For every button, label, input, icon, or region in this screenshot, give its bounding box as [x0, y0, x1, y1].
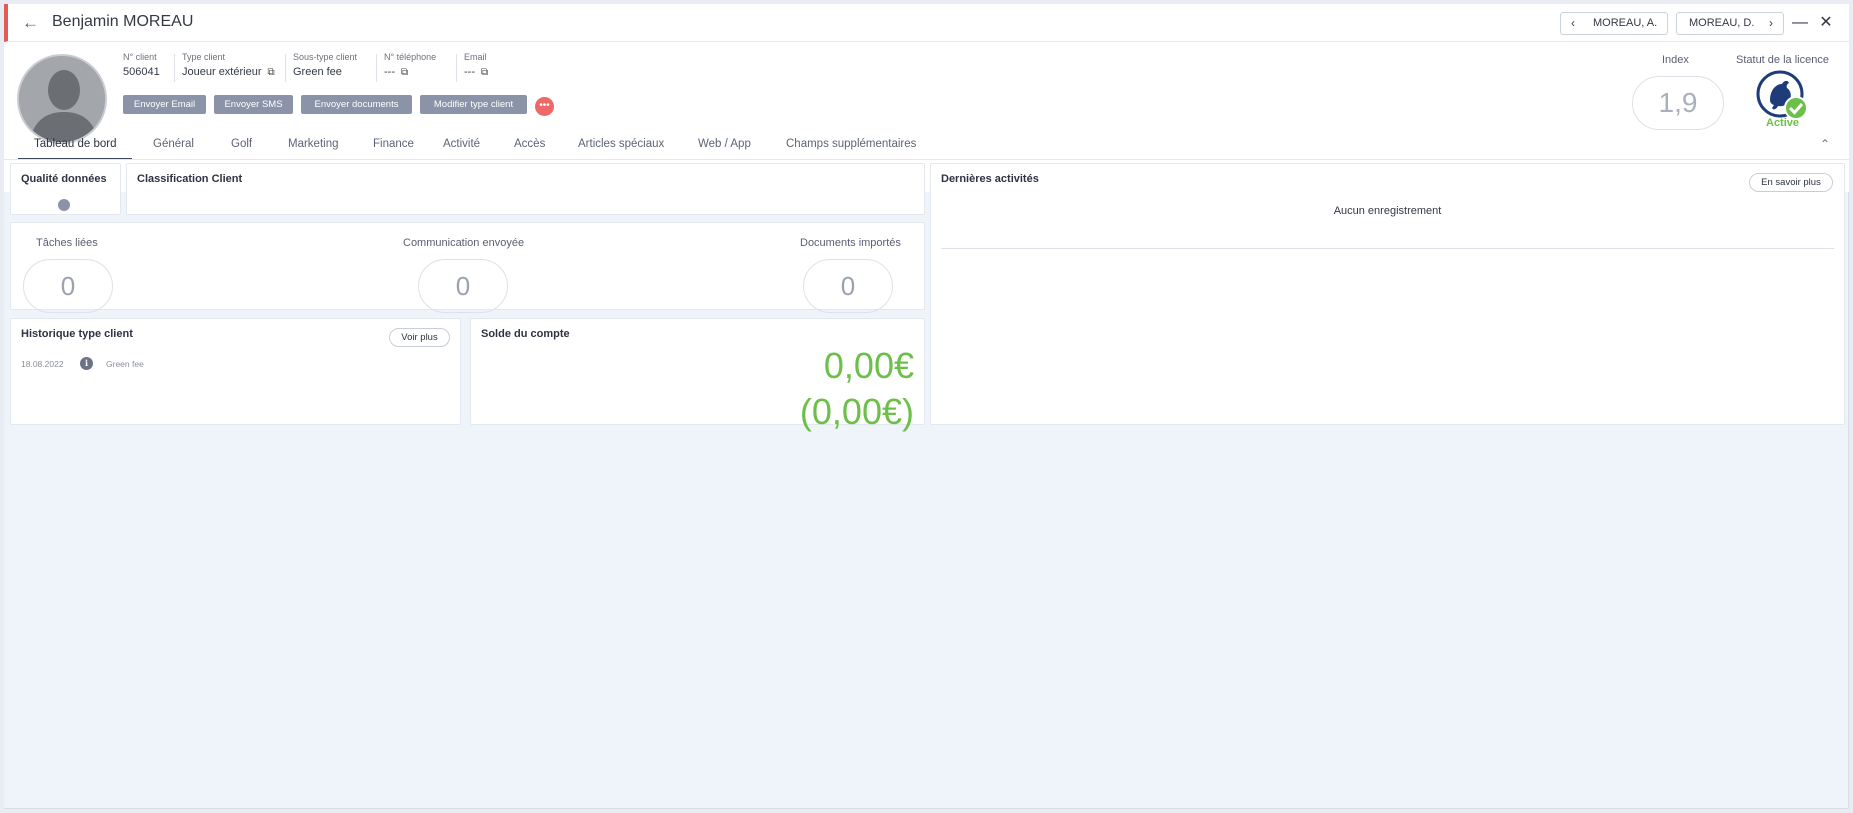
client-number-field: N° client 506041 [123, 52, 160, 78]
license-status-label: Statut de la licence [1736, 54, 1829, 66]
balance-secondary-value: (0,00€) [799, 391, 914, 432]
email-value: --- [464, 66, 475, 78]
linked-tasks-label: Tâches liées [36, 237, 98, 249]
client-subtype-field: Sous-type client Green fee [293, 52, 357, 78]
send-sms-button[interactable]: Envoyer SMS [214, 95, 293, 114]
license-status-value: Active [1766, 117, 1800, 129]
learn-more-button[interactable]: En savoir plus [1749, 173, 1833, 192]
client-type-value: Joueur extérieur [182, 66, 262, 78]
tab-marketing[interactable]: Marketing [288, 130, 339, 160]
tab-dashboard[interactable]: Tableau de bord [18, 130, 133, 160]
phone-label: N° téléphone [384, 52, 437, 62]
tab-golf[interactable]: Golf [231, 130, 252, 160]
client-type-history-card: Historique type client Voir plus 18.08.2… [10, 318, 461, 425]
external-link-icon[interactable]: ⧉ [401, 67, 408, 78]
client-number-label: N° client [123, 52, 157, 62]
balance-title: Solde du compte [481, 328, 570, 340]
tab-special-articles[interactable]: Articles spéciaux [578, 130, 664, 160]
next-client-label: MOREAU, D. [1689, 17, 1755, 29]
stats-card: Tâches liées 0 Communication envoyée 0 D… [10, 222, 925, 313]
tab-finance[interactable]: Finance [373, 130, 414, 160]
client-window: ← Benjamin MOREAU ‹ MOREAU, A. MOREAU, D… [4, 4, 1849, 809]
client-subtype-value: Green fee [293, 66, 342, 78]
external-link-icon[interactable]: ⧉ [481, 67, 488, 78]
empty-state-text: Aucun enregistrement [1333, 205, 1442, 217]
tab-access[interactable]: Accès [514, 130, 545, 160]
tab-activity[interactable]: Activité [443, 130, 480, 160]
history-value: Green fee [106, 359, 144, 369]
divider [4, 159, 1849, 160]
client-subtype-label: Sous-type client [293, 52, 358, 62]
data-quality-card: Qualité données [10, 163, 121, 215]
previous-client-button[interactable]: ‹ MOREAU, A. [1560, 12, 1668, 35]
send-email-button[interactable]: Envoyer Email [123, 95, 206, 114]
modify-client-type-button[interactable]: Modifier type client [420, 95, 527, 114]
documents-imported-value: 0 [803, 259, 893, 313]
see-more-button[interactable]: Voir plus [389, 328, 450, 347]
divider [285, 54, 286, 82]
email-field: Email --- ⧉ [464, 52, 488, 78]
tab-web-app[interactable]: Web / App [698, 130, 751, 160]
history-title: Historique type client [21, 328, 133, 340]
client-type-label: Type client [182, 52, 226, 62]
documents-imported-label: Documents importés [800, 237, 901, 249]
collapse-chevron-icon[interactable]: ⌃ [1820, 137, 1830, 151]
history-date: 18.08.2022 [21, 359, 64, 369]
close-icon[interactable]: ✕ [1816, 12, 1836, 34]
classification-card: Classification Client [126, 163, 925, 215]
divider [941, 248, 1834, 249]
communication-sent-label: Communication envoyée [403, 237, 525, 249]
latest-activities-card: Dernières activités En savoir plus Aucun… [930, 163, 1845, 425]
phone-field: N° téléphone --- ⧉ [384, 52, 436, 78]
index-label: Index [1662, 54, 1689, 66]
divider [174, 54, 175, 82]
next-client-button[interactable]: MOREAU, D. › [1676, 12, 1784, 35]
client-type-field: Type client Joueur extérieur ⧉ [182, 52, 275, 78]
title-bar: ← Benjamin MOREAU ‹ MOREAU, A. MOREAU, D… [4, 4, 1849, 42]
rooster-check-icon [1756, 70, 1810, 124]
tab-general[interactable]: Général [153, 130, 194, 160]
divider [376, 54, 377, 82]
tab-extra-fields[interactable]: Champs supplémentaires [786, 130, 916, 160]
page-title: Benjamin MOREAU [52, 13, 194, 30]
index-value: 1,9 [1632, 76, 1724, 130]
classification-title: Classification Client [137, 173, 243, 185]
communication-sent-value: 0 [418, 259, 508, 313]
activities-title: Dernières activités [941, 173, 1039, 185]
back-arrow-icon[interactable]: ← [22, 13, 42, 33]
send-documents-button[interactable]: Envoyer documents [301, 95, 412, 114]
phone-value: --- [384, 66, 395, 78]
info-icon[interactable]: i [80, 357, 93, 370]
more-actions-button[interactable]: ••• [535, 97, 554, 116]
quality-indicator [58, 199, 70, 211]
previous-client-label: MOREAU, A. [1593, 17, 1658, 29]
account-balance-card: Solde du compte 0,00€ (0,00€) [470, 318, 925, 432]
balance-main-value: 0,00€ [823, 345, 914, 386]
minimize-icon[interactable]: — [1790, 12, 1810, 34]
client-number-value: 506041 [123, 66, 160, 78]
data-quality-title: Qualité données [21, 173, 107, 185]
chevron-left-icon: ‹ [1571, 16, 1575, 30]
divider [456, 54, 457, 82]
linked-tasks-value: 0 [23, 259, 113, 313]
email-label: Email [464, 52, 487, 62]
external-link-icon[interactable]: ⧉ [268, 67, 275, 78]
chevron-right-icon: › [1769, 16, 1773, 30]
